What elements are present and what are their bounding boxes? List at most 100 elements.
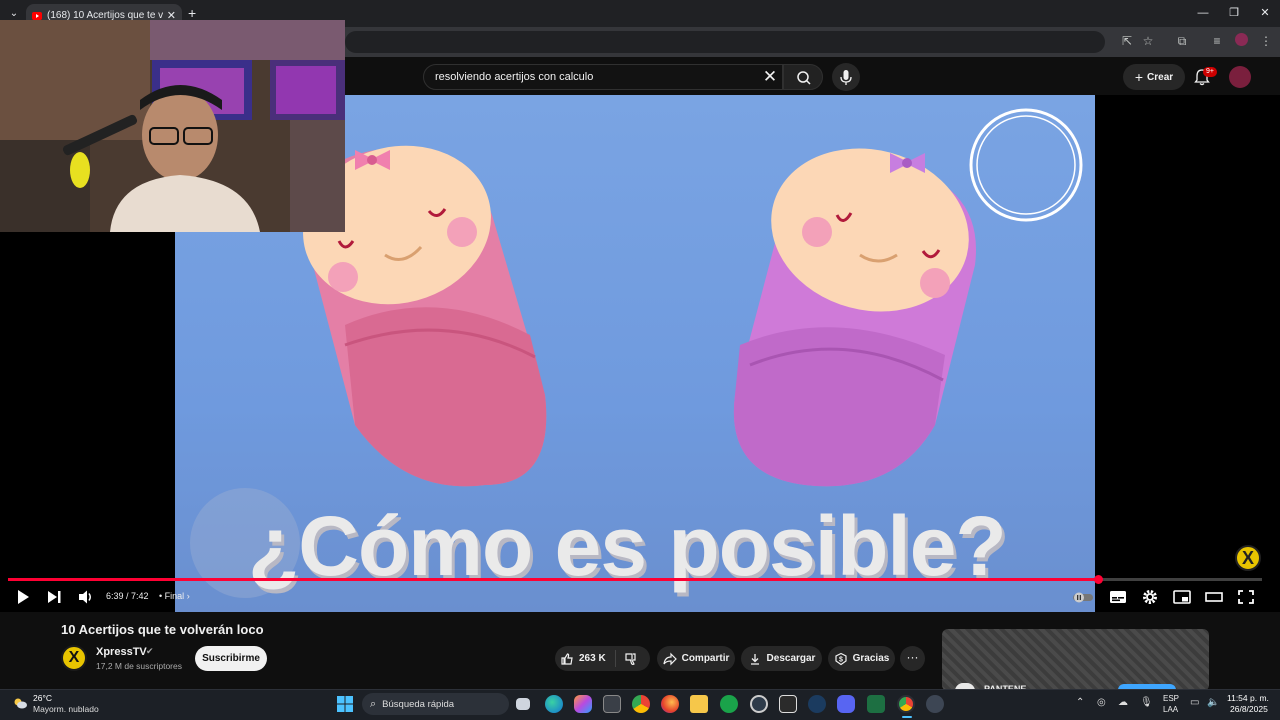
edge-icon[interactable]	[545, 695, 563, 713]
thumbs-up-icon	[561, 652, 573, 665]
settings-button[interactable]	[1140, 588, 1160, 606]
chapter-button[interactable]: • Final ›	[159, 591, 190, 601]
ad-banner[interactable]	[942, 629, 1209, 691]
extensions-icon[interactable]: ⧉	[1174, 33, 1190, 49]
video-title: 10 Acertijos que te volverán loco	[61, 622, 264, 637]
voice-search-button[interactable]	[832, 63, 860, 91]
onedrive-icon[interactable]: ☁	[1118, 697, 1128, 708]
progress-scrubber-handle[interactable]	[1094, 575, 1103, 584]
time-display: 6:39 / 7:42	[106, 591, 149, 601]
like-button[interactable]: 263 K	[560, 646, 615, 671]
miniplayer-icon	[1173, 590, 1191, 604]
channel-avatar[interactable]: X	[61, 645, 87, 671]
minimize-button[interactable]: —	[1188, 4, 1218, 22]
tray-mic-icon[interactable]: 🎙	[1140, 697, 1153, 708]
fullscreen-button[interactable]	[1236, 588, 1256, 606]
share-icon	[662, 652, 677, 665]
file-explorer-icon[interactable]	[690, 695, 708, 713]
dislike-button[interactable]	[622, 646, 644, 671]
purple-baby-illustration	[733, 148, 976, 487]
app-icon-dark[interactable]	[603, 695, 621, 713]
create-label: Crear	[1147, 71, 1174, 83]
install-app-icon[interactable]: ⇱	[1119, 33, 1135, 49]
search-button[interactable]	[783, 64, 823, 90]
chapter-label: • Final	[159, 591, 185, 601]
share-label: Compartir	[681, 653, 730, 664]
input-language[interactable]: ESP	[1163, 694, 1179, 703]
subtitles-icon	[1110, 591, 1126, 603]
search-icon	[797, 71, 811, 85]
download-button[interactable]: Descargar	[741, 646, 822, 671]
browser-menu-icon[interactable]: ⋮	[1258, 33, 1274, 49]
close-window-button[interactable]: ✕	[1250, 4, 1280, 22]
autoplay-toggle[interactable]	[1072, 588, 1093, 606]
next-video-button[interactable]	[44, 588, 64, 606]
youtube-favicon-icon	[32, 11, 42, 20]
create-button[interactable]: + Crear	[1123, 64, 1185, 90]
steam-icon[interactable]	[808, 695, 826, 713]
download-label: Descargar	[766, 653, 816, 664]
play-button[interactable]	[13, 588, 33, 606]
copilot-icon[interactable]	[574, 695, 592, 713]
restore-button[interactable]: ❐	[1219, 4, 1249, 22]
keyboard-layout[interactable]: LAA	[1163, 705, 1178, 714]
ring-decoration	[969, 108, 1083, 222]
more-actions-button[interactable]: ···	[900, 646, 925, 671]
volume-button[interactable]	[76, 588, 96, 606]
clock-time[interactable]: 11:54 p. m.	[1227, 693, 1269, 703]
plus-icon: +	[1134, 69, 1144, 85]
subscriber-count: 17,2 M de suscriptores	[96, 661, 182, 671]
gear-icon	[1143, 590, 1157, 604]
address-bar[interactable]	[345, 31, 1105, 53]
fullscreen-icon	[1238, 590, 1254, 604]
app-icon-circle[interactable]	[750, 695, 768, 713]
new-tab-button[interactable]: +	[188, 5, 202, 21]
speaker-icon[interactable]: 🔈	[1207, 697, 1219, 708]
start-button[interactable]	[337, 696, 353, 712]
volume-icon	[79, 590, 91, 604]
chrome-icon[interactable]	[632, 695, 650, 713]
verified-badge-icon: ✔	[146, 646, 154, 656]
miniplayer-button[interactable]	[1172, 588, 1192, 606]
xbox-icon[interactable]	[720, 695, 738, 713]
subscribe-button[interactable]: Suscribirme	[195, 646, 267, 671]
taskbar-search[interactable]: ⌕ Búsqueda rápida	[362, 693, 509, 715]
theater-mode-button[interactable]	[1204, 588, 1224, 606]
firefox-icon[interactable]	[661, 695, 679, 713]
weather-description: Mayorm. nublado	[33, 704, 99, 714]
share-button[interactable]: Compartir	[657, 646, 735, 671]
profile-icon[interactable]	[1233, 33, 1249, 49]
chevron-right-icon: ›	[186, 591, 190, 601]
tray-overflow-icon[interactable]: ⌃	[1076, 697, 1084, 708]
clock-date[interactable]: 26/8/2025	[1230, 704, 1268, 714]
taskbar-search-placeholder: Búsqueda rápida	[382, 698, 455, 710]
like-divider	[615, 650, 616, 667]
active-app-indicator	[902, 716, 912, 718]
weather-temperature: 26°C	[33, 693, 52, 703]
epic-games-icon[interactable]	[779, 695, 797, 713]
clear-search-icon[interactable]: ✕	[760, 67, 780, 87]
weather-icon[interactable]	[12, 695, 28, 711]
download-icon	[750, 653, 759, 665]
streamer-webcam-image	[0, 20, 345, 232]
bookmark-star-icon[interactable]: ☆	[1140, 33, 1156, 49]
excel-icon[interactable]	[867, 695, 885, 713]
account-avatar[interactable]	[1229, 66, 1251, 88]
channel-name[interactable]: XpressTV	[96, 646, 147, 658]
super-thanks-icon: $	[835, 652, 847, 665]
microphone-icon	[840, 70, 852, 85]
settings-app-icon[interactable]	[926, 695, 944, 713]
autoplay-toggle-icon	[1073, 592, 1093, 603]
subtitles-button[interactable]	[1108, 588, 1128, 606]
network-icon[interactable]: ▭	[1190, 697, 1199, 708]
thanks-button[interactable]: $ Gracias	[828, 646, 895, 671]
task-view-icon[interactable]	[516, 698, 530, 710]
tray-app-icon[interactable]: ◎	[1097, 697, 1106, 708]
search-input[interactable]: resolviendo acertijos con calculo	[423, 64, 783, 90]
thanks-label: Gracias	[852, 653, 890, 664]
chrome-profile-icon[interactable]	[897, 695, 915, 713]
svg-text:$: $	[839, 656, 843, 663]
discord-icon[interactable]	[837, 695, 855, 713]
skip-next-icon	[48, 591, 61, 603]
media-controls-icon[interactable]: ≡	[1209, 33, 1225, 49]
